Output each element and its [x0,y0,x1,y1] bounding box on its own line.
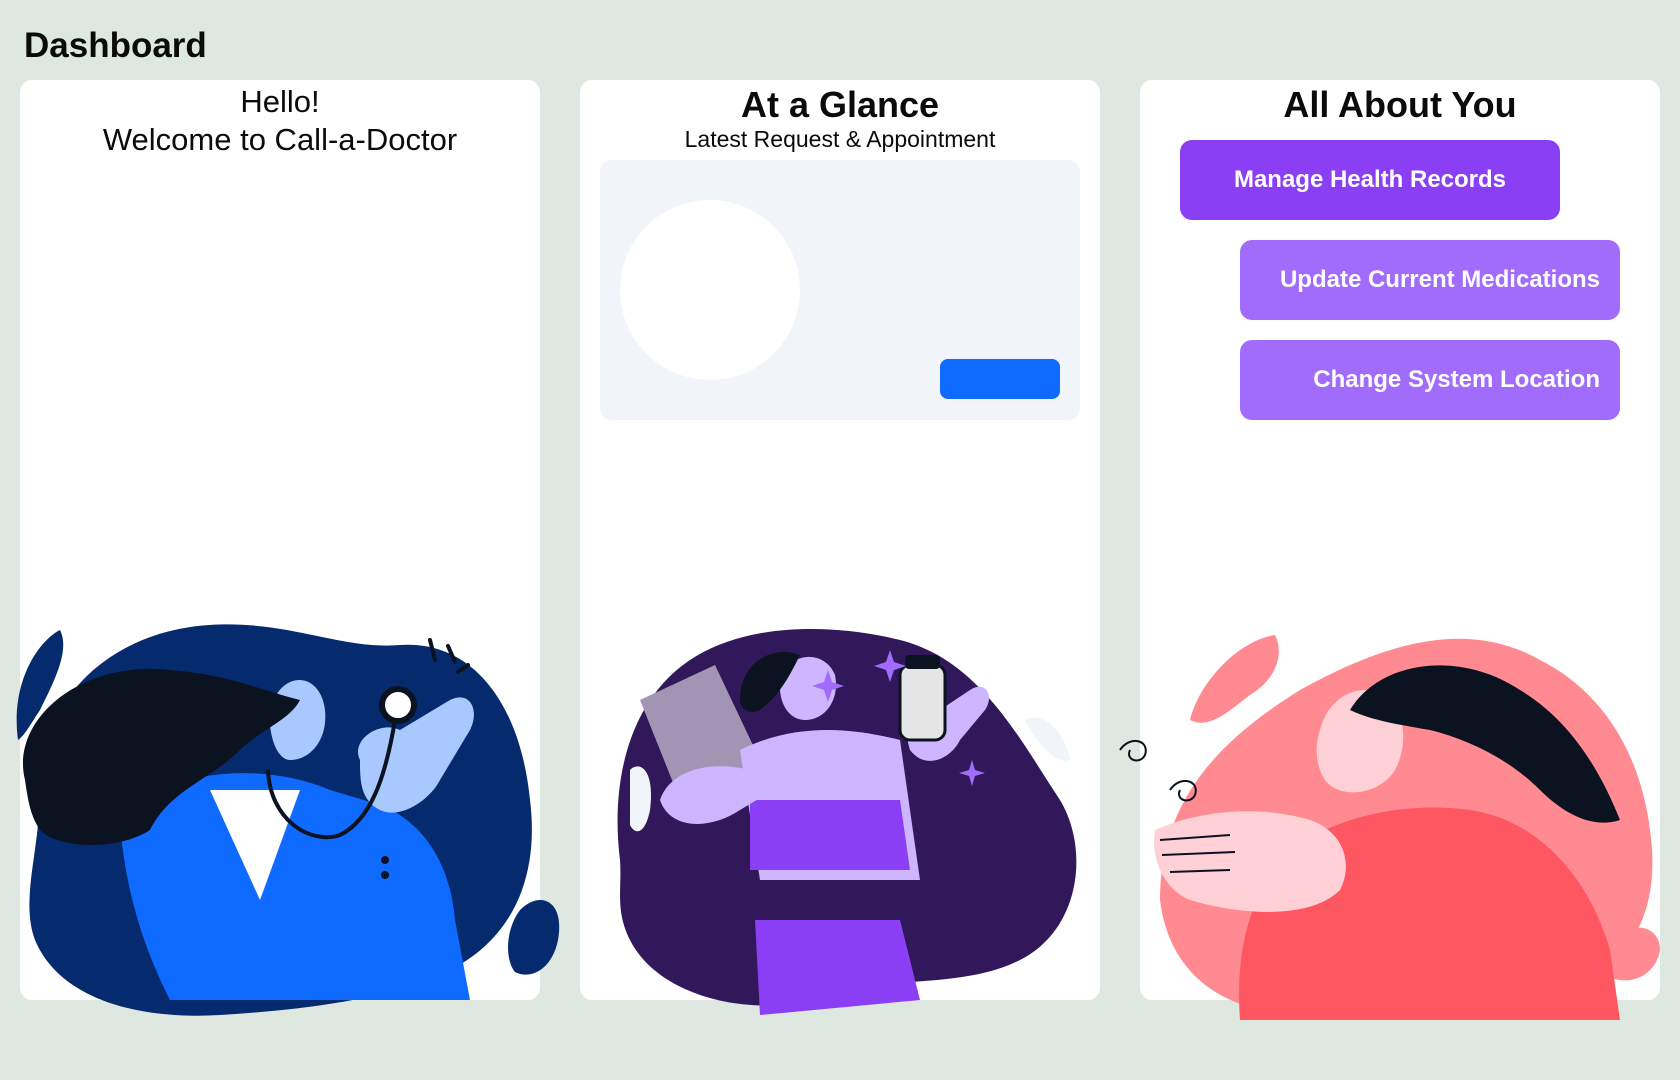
relaxing-woman-illustration-icon [1119,635,1660,1020]
change-location-button[interactable]: Change System Location [1240,340,1620,420]
fitness-supplement-illustration-icon [617,628,1077,1015]
about-heading: All About You [1283,84,1517,125]
page-title: Dashboard [24,26,207,65]
avatar [620,200,800,380]
doctor-stethoscope-illustration-icon [16,624,560,1016]
welcome-text: Welcome to Call-a-Doctor [102,122,458,157]
latest-appointment-panel [600,160,1080,420]
appointment-action-button[interactable] [940,359,1060,399]
update-medications-button[interactable]: Update Current Medications [1240,240,1620,320]
greeting-text: Hello! [240,84,320,119]
glance-subheading: Latest Request & Appointment [684,126,996,152]
glance-heading: At a Glance [740,84,940,125]
manage-health-records-button[interactable]: Manage Health Records [1180,140,1560,220]
